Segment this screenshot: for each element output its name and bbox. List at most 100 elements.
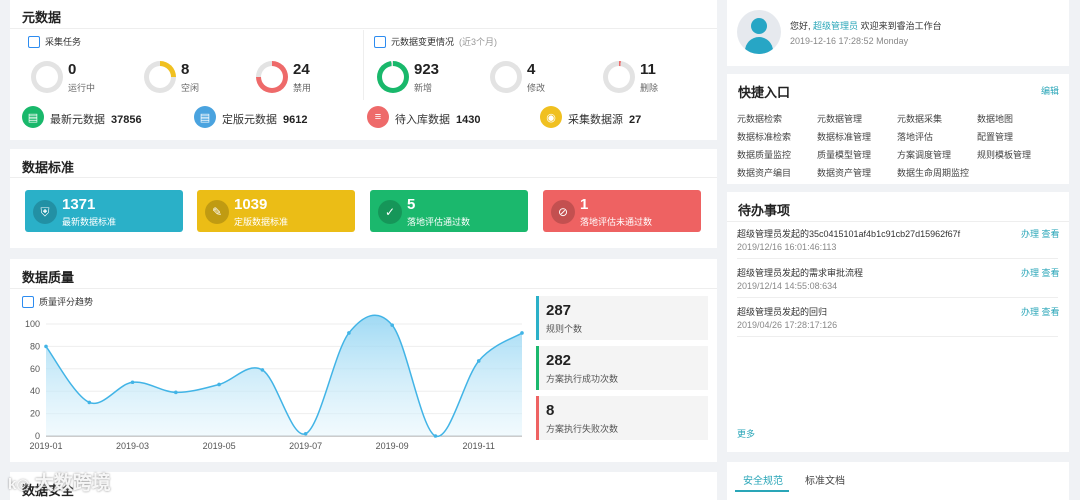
quick-link[interactable]: 元数据检索 [737,112,782,125]
stat-ring-icon [256,61,288,93]
stat-ring-icon [377,61,409,93]
list-icon [22,295,34,308]
metadata-title: 元数据 [22,10,62,25]
stat-value: 923 [414,61,440,78]
area-fill [46,315,522,437]
quick-link[interactable]: 方案调度管理 [897,148,951,161]
welcome-datetime: 2019-12-16 17:28:52 Monday [790,36,909,46]
kpi-bar [536,296,539,340]
x-tick-label: 2019-01 [29,441,62,451]
quick-link[interactable]: 数据资产编目 [737,166,791,179]
stat-value: 11 [640,61,656,78]
edit-icon: ✎ [205,200,229,224]
security-panel [10,472,717,500]
divider [363,30,364,100]
x-tick-label: 2019-05 [203,441,236,451]
datasource-icon: ◉ [540,106,562,128]
total-final: 定版元数据 9612 [222,114,308,126]
stat-ring-icon [31,61,63,93]
data-point [303,431,308,436]
divider [10,28,717,29]
todo-item-time: 2019/04/26 17:28:17:126 [737,320,838,330]
stat-value: 0 [68,61,77,78]
ban-icon: ⊘ [551,200,575,224]
avatar [737,10,781,54]
trend-subtitle: 质量评分趋势 [22,295,93,308]
quick-link[interactable]: 数据地图 [977,112,1013,125]
divider [737,258,1058,259]
quick-edit-link[interactable]: 编辑 [1041,84,1059,97]
quick-link[interactable]: 数据资产管理 [817,166,871,179]
quick-link[interactable]: 数据标准管理 [817,130,871,143]
stat-ring-icon [144,61,176,93]
quality-trend-chart: 0 20 40 60 80 100 2019-01 2019-03 2019-05 2019-07… [25,314,524,451]
database-icon: ▤ [22,106,44,128]
divider [727,221,1069,222]
kpi-success: 282 方案执行成功次数 [536,346,708,390]
card-latest-standard[interactable]: ⛨ 1371 最新数据标准 [25,190,183,232]
welcome-text: 您好, 超级管理员 欢迎来到睿治工作台 [790,21,942,31]
quick-link[interactable]: 质量模型管理 [817,148,871,161]
changes-subtitle: 元数据变更情况 (近3个月) [374,35,497,48]
standard-title: 数据标准 [22,160,75,175]
kpi-bar [536,346,539,390]
watermark-logo: k◎ [8,476,30,493]
x-tick-label: 2019-11 [463,441,495,451]
tab-standard-docs[interactable]: 标准文档 [805,472,845,487]
data-point [390,323,394,327]
todo-title: 待办事项 [738,203,791,218]
todo-item-actions[interactable]: 办理 查看 [1021,305,1060,318]
quick-link[interactable]: 落地评估 [897,130,933,143]
stat-ring-icon [490,61,522,93]
total-latest: 最新元数据 37856 [50,114,142,126]
todo-item-actions[interactable]: 办理 查看 [1021,266,1060,279]
stat-value: 8 [181,61,190,78]
x-tick-label: 2019-03 [116,441,149,451]
quick-link[interactable]: 规则模板管理 [977,148,1031,161]
kpi-bar [536,396,539,440]
stat-label: 新增 [414,83,433,93]
total-pending: 待入库数据 1430 [395,114,481,126]
kpi-failure: 8 方案执行失败次数 [536,396,708,440]
card-assessment-fail[interactable]: ⊘ 1 落地评估未通过数 [543,190,701,232]
divider [10,177,717,178]
stat-label: 运行中 [68,83,96,93]
quick-title: 快捷入口 [738,85,791,100]
kpi-rules: 287 规则个数 [536,296,708,340]
task-icon [28,35,40,48]
todo-item-actions[interactable]: 办理 查看 [1021,227,1060,240]
total-sources: 采集数据源 27 [568,114,642,126]
data-point [217,382,221,387]
quick-link[interactable]: 数据生命周期监控 [897,166,969,179]
quick-link[interactable]: 数据标准检索 [737,130,791,143]
x-tick-label: 2019-09 [376,441,409,451]
data-point [87,400,92,405]
quick-link[interactable]: 配置管理 [977,130,1013,143]
data-point [520,331,524,335]
tab-security-spec[interactable]: 安全规范 [743,472,783,487]
stat-ring-icon [603,61,635,93]
card-assessment-pass[interactable]: ✓ 5 落地评估通过数 [370,190,528,232]
data-point [260,368,265,372]
quick-link[interactable]: 元数据采集 [897,112,942,125]
data-point [174,390,178,395]
card-final-standard[interactable]: ✎ 1039 定版数据标准 [197,190,355,232]
stat-label: 修改 [527,83,546,93]
database-change-icon [374,35,386,48]
todo-item-title: 超级管理员发起的需求审批流程 [737,268,864,278]
quick-link[interactable]: 元数据管理 [817,112,862,125]
tab-active-underline [735,490,789,492]
user-link[interactable]: 超级管理员 [813,21,858,31]
check-icon: ✓ [378,200,402,224]
todo-item-title: 超级管理员发起的35c0415101af4b1c91cb27d15962f67f [737,229,961,239]
quality-title: 数据质量 [22,270,75,285]
stat-label: 空闲 [181,83,200,93]
y-tick-label: 20 [30,409,40,419]
divider [737,297,1058,298]
todo-more-link[interactable]: 更多 [737,427,755,440]
x-tick-label: 2019-07 [289,441,322,451]
stat-label: 删除 [640,83,659,93]
divider [10,288,717,289]
quick-link[interactable]: 数据质量监控 [737,148,791,161]
data-point [347,331,351,335]
